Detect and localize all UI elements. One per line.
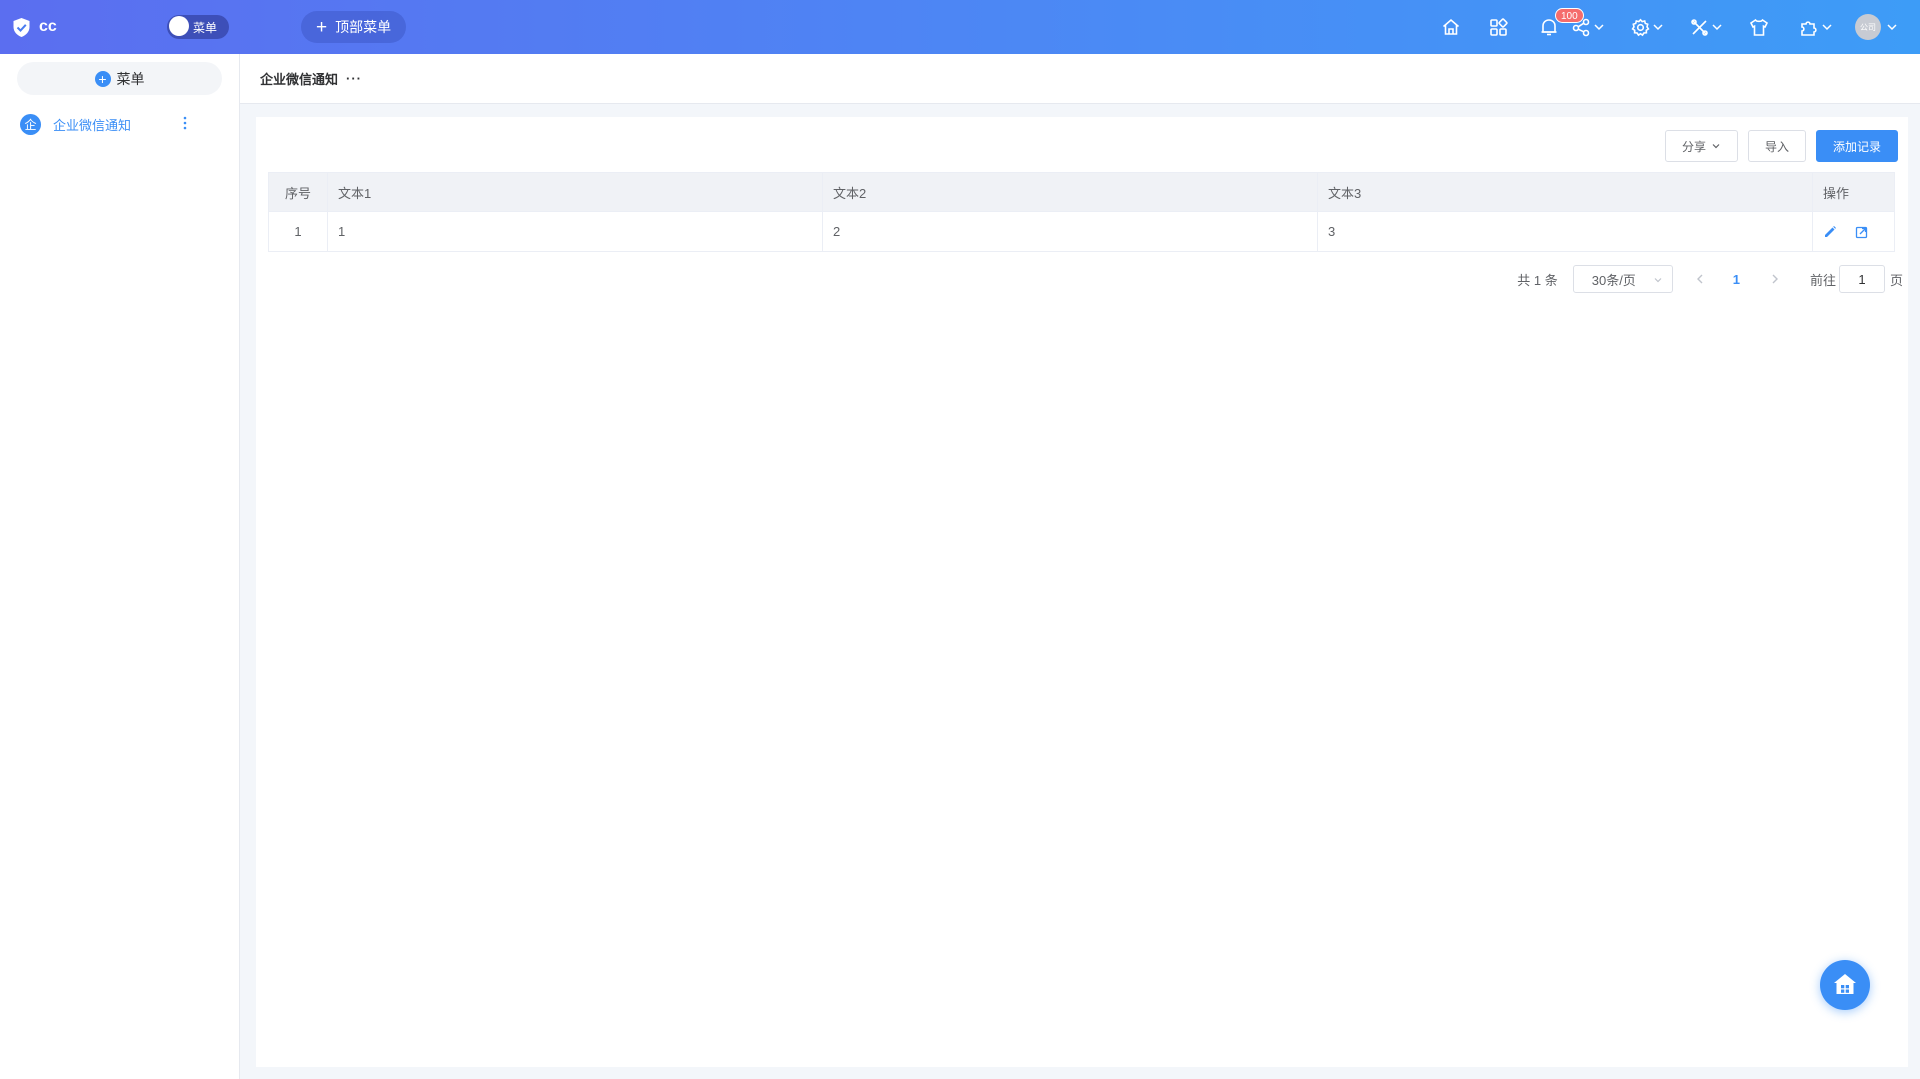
brand[interactable]: cc: [12, 17, 167, 38]
floating-home-button[interactable]: [1820, 960, 1870, 1010]
shield-check-icon: [12, 17, 31, 38]
toggle-knob: [169, 16, 189, 36]
table-header-row: 序号 文本1 文本2 文本3 操作: [268, 172, 1895, 212]
top-menu-label: 顶部菜单: [335, 19, 392, 35]
gear-icon[interactable]: [1631, 18, 1664, 37]
pagination: 共 1 条 30条/页 1 前往 1 页: [1517, 265, 1903, 293]
column-header-text2[interactable]: 文本2: [822, 172, 1318, 212]
cell-index: 1: [268, 211, 328, 252]
more-vertical-icon[interactable]: [183, 116, 187, 133]
open-detail-icon[interactable]: [1855, 225, 1869, 239]
bell-icon[interactable]: 100: [1540, 8, 1584, 37]
sidebar-item-icon: 企: [20, 113, 41, 135]
tab-wecom-notify[interactable]: 企业微信通知: [260, 69, 338, 88]
page-number-current[interactable]: 1: [1733, 272, 1740, 287]
goto-label: 前往: [1809, 272, 1836, 288]
home-icon: [1832, 972, 1858, 999]
cell-text2[interactable]: 2: [822, 211, 1318, 252]
add-record-button-label: 添加记录: [1832, 139, 1881, 154]
goto-unit-label: 页: [1889, 272, 1903, 288]
tab-bar: 企业微信通知 ···: [240, 54, 1920, 104]
user-menu[interactable]: 公司: [1855, 14, 1898, 40]
puzzle-icon[interactable]: [1799, 18, 1833, 37]
plus-circle-icon: +: [94, 70, 111, 87]
column-header-text1[interactable]: 文本1: [327, 172, 823, 212]
table-row[interactable]: 1 1 2 3: [268, 211, 1895, 252]
column-header-actions: 操作: [1812, 172, 1895, 212]
column-header-index: 序号: [268, 172, 328, 212]
chevron-down-icon: [1822, 24, 1832, 31]
top-right-actions: 100 公司: [1441, 0, 1898, 54]
menu-toggle-switch[interactable]: 菜单: [167, 15, 229, 39]
tab-more-icon[interactable]: ···: [346, 71, 362, 86]
home-icon[interactable]: [1441, 17, 1461, 37]
top-menu-button[interactable]: + 顶部菜单: [301, 11, 407, 43]
cell-actions: [1812, 211, 1895, 252]
share-button-label: 分享: [1681, 139, 1706, 154]
page-size-select[interactable]: 30条/页: [1572, 265, 1673, 293]
chevron-down-icon: [1712, 24, 1722, 31]
share-icon[interactable]: [1572, 18, 1605, 37]
add-record-button[interactable]: 添加记录: [1815, 130, 1898, 162]
import-button[interactable]: 导入: [1747, 130, 1806, 162]
prev-page-button[interactable]: [1695, 273, 1705, 285]
chevron-down-icon: [1594, 24, 1604, 31]
chevron-down-icon: [1887, 24, 1897, 31]
tshirt-icon[interactable]: [1749, 18, 1769, 37]
tools-icon[interactable]: [1690, 18, 1723, 37]
page-size-value: 30条/页: [1591, 272, 1636, 288]
sidebar-item-wecom-notify[interactable]: 企 企业微信通知: [20, 113, 195, 135]
app-name: cc: [39, 18, 57, 35]
sidebar: + 菜单 企 企业微信通知: [0, 54, 240, 1079]
pagination-total: 共 1 条: [1517, 272, 1558, 288]
sidebar-item-label: 企业微信通知: [53, 117, 132, 133]
goto-page-input[interactable]: 1: [1838, 265, 1885, 293]
records-table: 序号 文本1 文本2 文本3 操作 1 1 2 3: [268, 172, 1895, 252]
next-page-button[interactable]: [1770, 273, 1780, 285]
chevron-down-icon: [1653, 24, 1663, 31]
apps-grid-icon[interactable]: [1489, 17, 1508, 37]
edit-pencil-icon[interactable]: [1823, 225, 1837, 239]
cell-text3[interactable]: 3: [1317, 211, 1813, 252]
avatar: 公司: [1855, 14, 1881, 40]
plus-icon: +: [316, 16, 328, 38]
toolbar: 分享 导入 添加记录: [1655, 130, 1898, 162]
share-button[interactable]: 分享: [1664, 130, 1738, 162]
chevron-down-icon: [1654, 278, 1662, 283]
import-button-label: 导入: [1764, 139, 1789, 154]
cell-text1[interactable]: 1: [327, 211, 823, 252]
top-bar: cc 菜单 + 顶部菜单 100 公司: [0, 0, 1920, 54]
add-menu-button[interactable]: + 菜单: [17, 62, 222, 95]
menu-toggle-label: 菜单: [193, 20, 218, 35]
chevron-down-icon: [1712, 144, 1720, 149]
column-header-text3[interactable]: 文本3: [1317, 172, 1813, 212]
content-panel: 分享 导入 添加记录 序号 文本1 文本2 文本3 操作 1 1 2 3 共 1…: [256, 117, 1908, 1067]
add-menu-label: 菜单: [116, 70, 145, 87]
